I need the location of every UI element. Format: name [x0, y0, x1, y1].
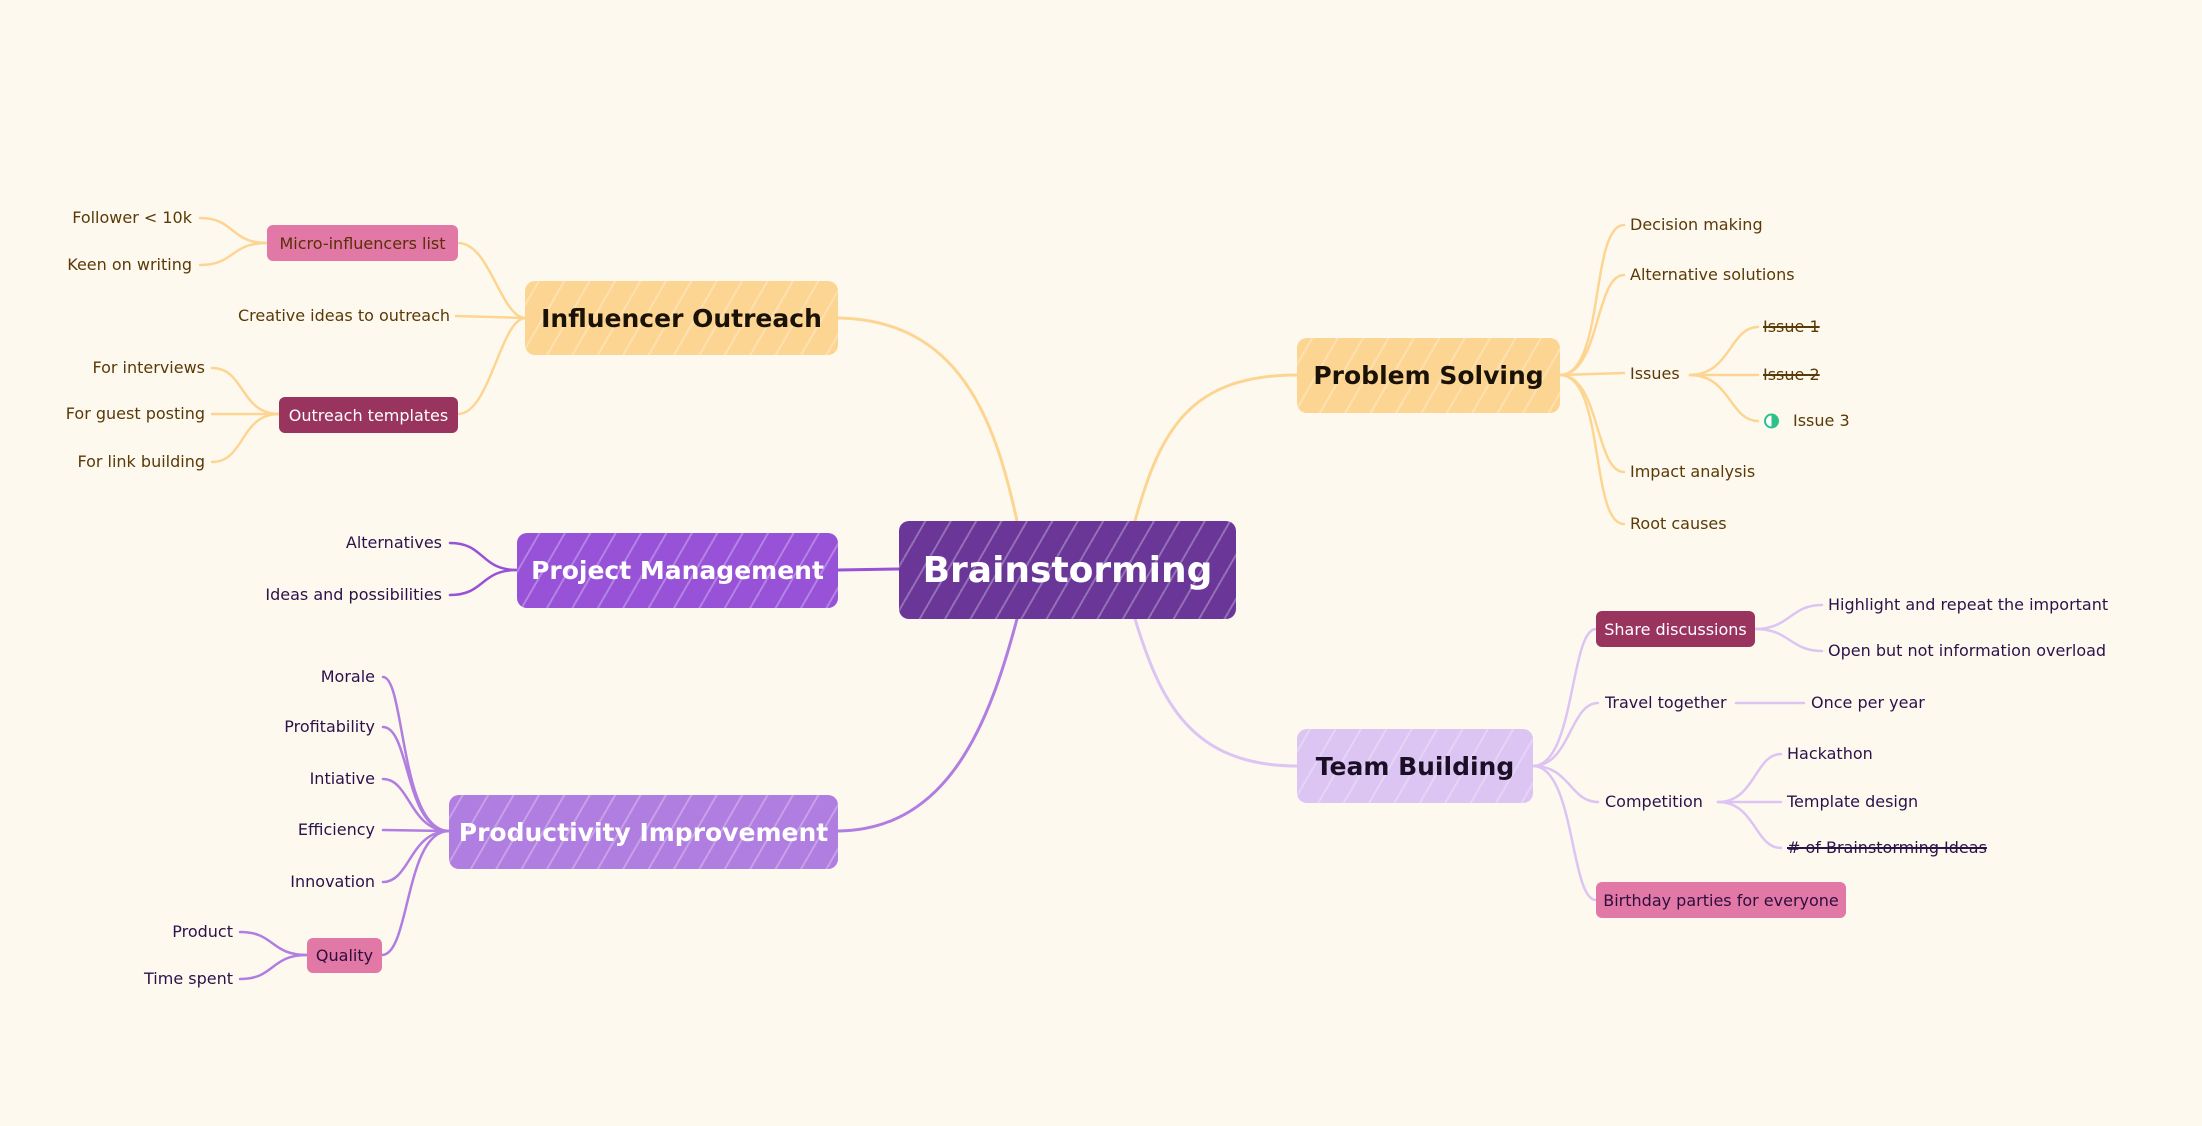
topic-team-building[interactable]: Team Building — [1297, 729, 1533, 803]
leaf-issues[interactable]: Issues — [1630, 364, 1680, 384]
topic-productivity-improvement[interactable]: Productivity Improvement — [449, 795, 838, 869]
leaf-template-design[interactable]: Template design — [1787, 792, 1918, 812]
leaf-ideas-and-possibilities[interactable]: Ideas and possibilities — [265, 585, 442, 605]
connector-influencer-creative — [454, 314, 527, 320]
leaf-competition[interactable]: Competition — [1605, 792, 1703, 812]
connector-influencer-micro — [456, 241, 527, 320]
connector-templates-interviews — [210, 366, 281, 416]
connector-competition-ideas — [1716, 800, 1783, 850]
connector-quality-product — [238, 930, 309, 957]
leaf-issue-3[interactable]: Issue 3 — [1793, 411, 1850, 431]
connector-share-highlight — [1753, 603, 1824, 631]
leaf-for-guest-posting[interactable]: For guest posting — [66, 404, 205, 424]
connector-problem-root — [1558, 373, 1626, 526]
connector-team-birthday — [1531, 764, 1598, 902]
leaf-root-causes[interactable]: Root causes — [1630, 514, 1727, 534]
connector-micro-follower — [198, 216, 269, 245]
leaf-travel-together[interactable]: Travel together — [1605, 693, 1727, 713]
leaf-alternatives[interactable]: Alternatives — [346, 533, 442, 553]
leaf-follower[interactable]: Follower < 10k — [72, 208, 192, 228]
connector-project-ideas — [448, 568, 519, 597]
connector-problem-decision — [1558, 223, 1626, 377]
subtopic-share-discussions[interactable]: Share discussions — [1596, 611, 1755, 647]
topic-influencer-outreach[interactable]: Influencer Outreach — [525, 281, 838, 355]
leaf-once-per-year[interactable]: Once per year — [1811, 693, 1925, 713]
topic-label: Project Management — [531, 556, 824, 585]
mindmap-canvas[interactable]: Brainstorming Influencer Outreach Micro-… — [0, 0, 2202, 1126]
connector-productivity-efficiency — [381, 828, 451, 833]
connector-productivity-morale — [381, 675, 451, 833]
topic-problem-solving[interactable]: Problem Solving — [1297, 338, 1560, 413]
topic-label: Influencer Outreach — [541, 303, 822, 333]
subtopic-micro-influencers[interactable]: Micro-influencers list — [267, 225, 458, 261]
leaf-for-link-building[interactable]: For link building — [77, 452, 205, 472]
subtopic-label: Outreach templates — [288, 405, 449, 425]
leaf-issue-1[interactable]: Issue 1 — [1763, 317, 1820, 337]
subtopic-label: Micro-influencers list — [279, 233, 446, 253]
connector-competition-hackathon — [1716, 752, 1783, 804]
connector-influencer-templates — [456, 316, 527, 416]
leaf-hackathon[interactable]: Hackathon — [1787, 744, 1873, 764]
connector-issues-3 — [1688, 373, 1760, 423]
leaf-decision-making[interactable]: Decision making — [1630, 215, 1763, 235]
connector-root-team — [1133, 617, 1299, 768]
connector-root-problem — [1133, 373, 1299, 523]
topic-project-management[interactable]: Project Management — [517, 533, 838, 608]
connector-root-productivity — [836, 617, 1019, 833]
leaf-initiative[interactable]: Intiative — [310, 769, 375, 789]
connector-productivity-initiative — [381, 777, 451, 833]
leaf-time-spent[interactable]: Time spent — [144, 969, 233, 989]
connector-share-open — [1753, 627, 1824, 653]
leaf-for-interviews[interactable]: For interviews — [92, 358, 205, 378]
root-node[interactable]: Brainstorming — [899, 521, 1236, 619]
leaf-highlight-important[interactable]: Highlight and repeat the important — [1828, 595, 2108, 615]
leaf-product[interactable]: Product — [172, 922, 233, 942]
leaf-open-not-overload[interactable]: Open but not information overload — [1828, 641, 2106, 661]
root-node-label: Brainstorming — [922, 549, 1213, 591]
connector-root-influencer — [836, 316, 1019, 523]
connector-team-share — [1531, 627, 1598, 768]
connector-team-competition — [1531, 764, 1600, 804]
leaf-keen-on-writing[interactable]: Keen on writing — [67, 255, 192, 275]
connector-issues-1 — [1688, 325, 1760, 377]
subtopic-label: Share discussions — [1604, 619, 1747, 639]
connector-productivity-profitability — [381, 725, 451, 833]
leaf-creative-ideas[interactable]: Creative ideas to outreach — [238, 306, 450, 326]
leaf-alternative-solutions[interactable]: Alternative solutions — [1630, 265, 1795, 285]
leaf-impact-analysis[interactable]: Impact analysis — [1630, 462, 1755, 482]
leaf-efficiency[interactable]: Efficiency — [298, 820, 375, 840]
connector-templates-link — [210, 412, 281, 464]
topic-label: Productivity Improvement — [458, 817, 829, 847]
leaf-profitability[interactable]: Profitability — [284, 717, 375, 737]
subtopic-label: Quality — [315, 946, 374, 965]
subtopic-quality[interactable]: Quality — [307, 938, 382, 973]
half-progress-icon[interactable] — [1764, 413, 1779, 429]
leaf-brainstorming-ideas[interactable]: # of Brainstorming Ideas — [1787, 838, 1987, 858]
leaf-issue-2[interactable]: Issue 2 — [1763, 365, 1820, 385]
connector-team-travel — [1531, 701, 1600, 768]
subtopic-label: Birthday parties for everyone — [1603, 890, 1839, 910]
subtopic-outreach-templates[interactable]: Outreach templates — [279, 397, 458, 433]
connector-root-project — [836, 567, 901, 572]
subtopic-birthday-parties[interactable]: Birthday parties for everyone — [1596, 882, 1846, 918]
topic-label: Problem Solving — [1313, 361, 1544, 390]
leaf-innovation[interactable]: Innovation — [290, 872, 375, 892]
connector-micro-keen — [198, 241, 269, 267]
topic-label: Team Building — [1315, 751, 1515, 781]
connector-quality-time — [238, 953, 309, 981]
connector-project-alternatives — [448, 541, 519, 572]
leaf-morale[interactable]: Morale — [321, 667, 375, 687]
